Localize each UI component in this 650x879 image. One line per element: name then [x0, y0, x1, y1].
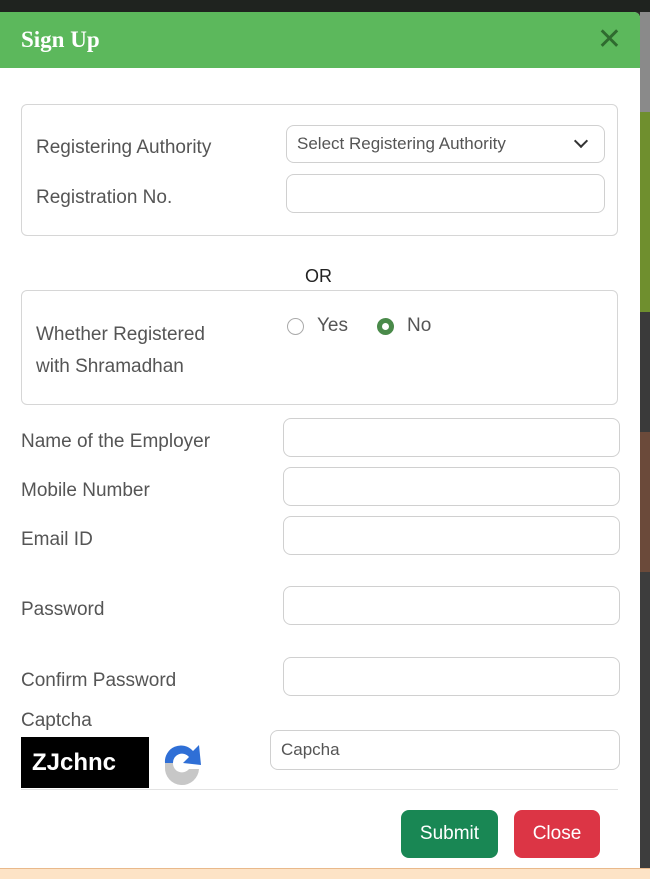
email-input[interactable] [283, 516, 620, 555]
shramadhan-label-line1: Whether Registered [36, 324, 205, 345]
signup-modal: Sign Up ✕ Registering Authority Select R… [0, 12, 640, 868]
password-input[interactable] [283, 586, 620, 625]
radio-yes[interactable] [287, 318, 304, 335]
registering-authority-select[interactable]: Select Registering Authority [286, 125, 605, 163]
mobile-number-label: Mobile Number [21, 480, 150, 501]
close-icon[interactable]: ✕ [597, 25, 622, 55]
email-label: Email ID [21, 529, 93, 550]
footer-divider [21, 789, 618, 790]
password-label: Password [21, 599, 105, 620]
captcha-placeholder: Capcha [281, 740, 340, 759]
modal-header: Sign Up ✕ [0, 12, 640, 68]
submit-button[interactable]: Submit [401, 810, 498, 858]
registration-no-label: Registration No. [36, 187, 173, 208]
close-button[interactable]: Close [514, 810, 600, 858]
background-top [0, 0, 650, 12]
or-separator: OR [305, 266, 332, 286]
employer-name-input[interactable] [283, 418, 620, 457]
confirm-password-input[interactable] [283, 657, 620, 696]
registration-no-input[interactable] [286, 174, 605, 213]
shramadhan-group [21, 290, 618, 405]
radio-yes-label[interactable]: Yes [317, 315, 348, 337]
employer-name-label: Name of the Employer [21, 431, 211, 452]
registration-group [21, 104, 618, 236]
radio-no-label[interactable]: No [407, 315, 431, 337]
captcha-code: ZJchnc [32, 748, 117, 776]
background-footer [0, 868, 650, 879]
captcha-image: ZJchnc [21, 737, 149, 788]
shramadhan-label-line2: with Shramadhan [36, 356, 184, 377]
background-page [640, 12, 650, 878]
select-value: Select Registering Authority [297, 134, 506, 153]
registering-authority-label: Registering Authority [36, 137, 212, 158]
captcha-input[interactable]: Capcha [270, 730, 620, 770]
chevron-down-icon [573, 133, 589, 149]
refresh-icon[interactable] [155, 739, 207, 789]
captcha-label: Captcha [21, 710, 92, 731]
mobile-number-input[interactable] [283, 467, 620, 506]
confirm-password-label: Confirm Password [21, 670, 177, 691]
radio-no[interactable] [377, 318, 394, 335]
modal-title: Sign Up [21, 27, 100, 52]
